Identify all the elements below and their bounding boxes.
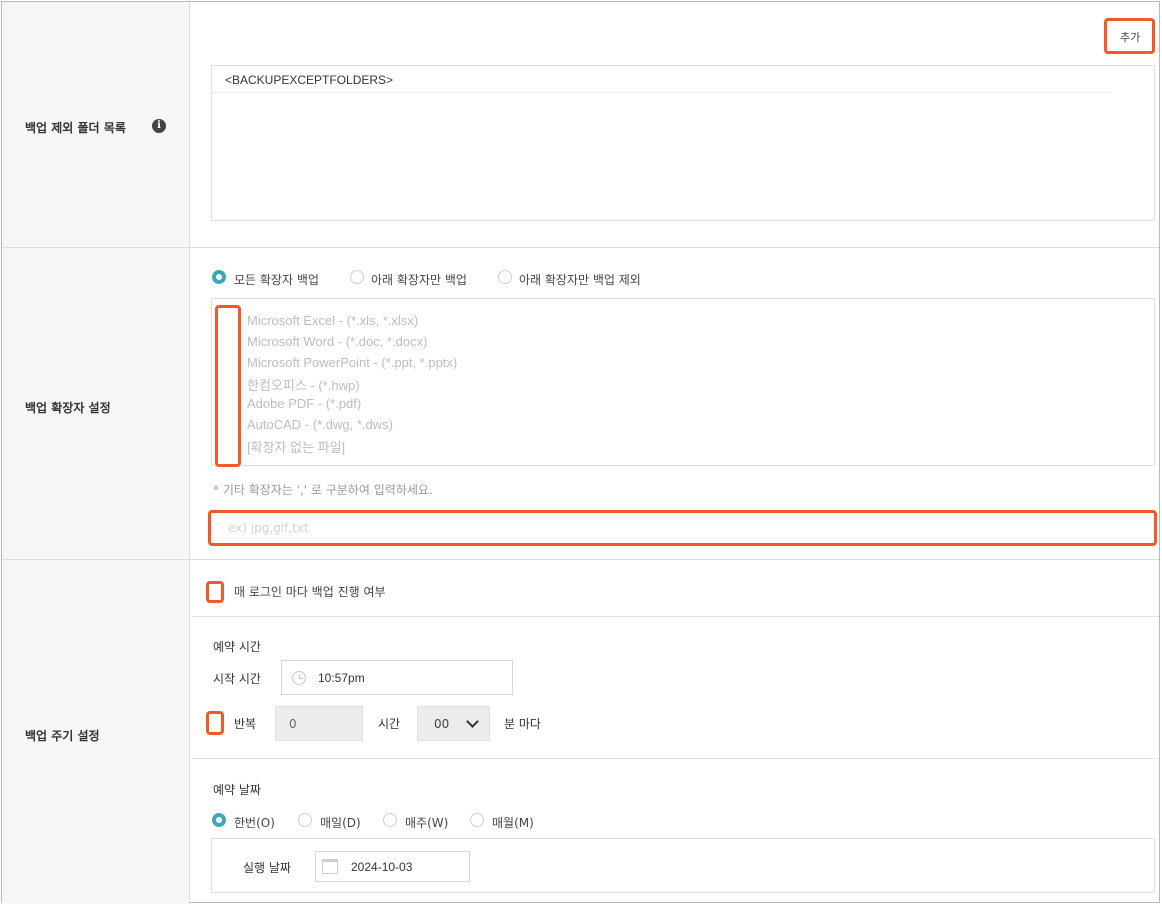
radio-once[interactable] xyxy=(212,813,226,827)
run-date-panel: 실행 날짜 2024-10-03 xyxy=(211,838,1155,893)
hour-label: 시간 xyxy=(378,717,401,731)
clock-icon xyxy=(292,671,306,685)
ext-type-item[interactable]: Microsoft Word - (*.doc, *.docx) xyxy=(247,334,427,349)
minute-suffix: 분 마다 xyxy=(504,717,541,731)
folder-list-item[interactable]: <BACKUPEXCEPTFOLDERS> xyxy=(212,66,1112,93)
schedule-date-title: 예약 날짜 xyxy=(213,783,261,797)
folder-list-item-text: <BACKUPEXCEPTFOLDERS> xyxy=(225,73,394,87)
extension-label: 백업 확장자 설정 xyxy=(25,401,111,415)
minute-value: 00 xyxy=(434,717,450,731)
every-login-checkbox[interactable] xyxy=(206,581,224,603)
run-date-label: 실행 날짜 xyxy=(243,861,291,875)
radio-exclude-listed-label[interactable]: 아래 확장자만 백업 제외 xyxy=(519,271,641,288)
divider xyxy=(191,616,1159,617)
repeat-checkbox[interactable] xyxy=(206,711,224,735)
repeat-label[interactable]: 반복 xyxy=(234,715,256,732)
run-date-value: 2024-10-03 xyxy=(351,860,413,874)
start-time-value: 10:57pm xyxy=(318,671,365,685)
info-icon[interactable]: i xyxy=(152,119,166,133)
cycle-label-cell: 백업 주기 설정 xyxy=(2,560,190,904)
chevron-down-icon xyxy=(466,715,479,728)
settings-form: 백업 제외 폴더 목록 i 추가 <BACKUPEXCEPTFOLDERS> 백… xyxy=(1,1,1160,904)
extension-checkbox-highlight xyxy=(215,305,241,467)
radio-all-extensions[interactable] xyxy=(212,270,226,284)
calendar-icon xyxy=(322,859,338,874)
radio-exclude-listed[interactable] xyxy=(498,270,512,284)
ext-type-item[interactable]: Microsoft PowerPoint - (*.ppt, *.pptx) xyxy=(247,355,457,370)
radio-monthly-label[interactable]: 매월(M) xyxy=(492,814,534,831)
ext-type-item[interactable]: AutoCAD - (*.dwg, *.dws) xyxy=(247,417,393,432)
radio-only-listed[interactable] xyxy=(350,270,364,284)
radio-once-label[interactable]: 한번(O) xyxy=(234,814,275,831)
radio-weekly[interactable] xyxy=(383,813,397,827)
radio-daily[interactable] xyxy=(298,813,312,827)
cycle-row: 백업 주기 설정 매 로그인 마다 백업 진행 여부 예약 시간 시작 시간 1… xyxy=(2,560,1159,904)
extension-label-cell: 백업 확장자 설정 xyxy=(2,248,190,559)
run-date-input[interactable]: 2024-10-03 xyxy=(315,851,470,882)
radio-only-listed-label[interactable]: 아래 확장자만 백업 xyxy=(371,271,467,288)
ext-type-item[interactable]: 한컴오피스 - (*.hwp) xyxy=(247,375,360,394)
start-time-input[interactable]: 10:57pm xyxy=(281,660,513,695)
repeat-hours-value: 0 xyxy=(289,717,297,731)
divider xyxy=(191,758,1159,759)
add-folder-button[interactable]: 추가 xyxy=(1120,29,1140,45)
repeat-hours-input[interactable]: 0 xyxy=(275,706,363,741)
exclude-folders-row: 백업 제외 폴더 목록 i 추가 <BACKUPEXCEPTFOLDERS> xyxy=(2,2,1159,248)
extra-extension-highlight xyxy=(208,510,1157,546)
ext-type-item[interactable]: [확장자 없는 파일] xyxy=(247,437,345,456)
schedule-time-title: 예약 시간 xyxy=(213,640,261,654)
extension-row: 백업 확장자 설정 모든 확장자 백업 아래 확장자만 백업 아래 확장자만 백… xyxy=(2,248,1159,560)
ext-type-item[interactable]: Adobe PDF - (*.pdf) xyxy=(247,396,361,411)
minute-select[interactable]: 00 xyxy=(417,706,490,741)
exclude-folders-label-cell: 백업 제외 폴더 목록 i xyxy=(2,2,190,247)
exclude-folder-list[interactable]: <BACKUPEXCEPTFOLDERS> xyxy=(211,65,1155,221)
start-time-label: 시작 시간 xyxy=(213,672,261,686)
cycle-label: 백업 주기 설정 xyxy=(25,729,100,743)
radio-daily-label[interactable]: 매일(D) xyxy=(320,814,361,831)
radio-weekly-label[interactable]: 매주(W) xyxy=(405,814,448,831)
extension-note: * 기타 확장자는 ',' 로 구분하여 입력하세요. xyxy=(213,483,433,497)
ext-type-item[interactable]: Microsoft Excel - (*.xls, *.xlsx) xyxy=(247,313,418,328)
every-login-label[interactable]: 매 로그인 마다 백업 진행 여부 xyxy=(234,583,386,600)
exclude-folders-label: 백업 제외 폴더 목록 xyxy=(25,121,126,135)
radio-monthly[interactable] xyxy=(470,813,484,827)
radio-all-extensions-label[interactable]: 모든 확장자 백업 xyxy=(234,271,319,288)
